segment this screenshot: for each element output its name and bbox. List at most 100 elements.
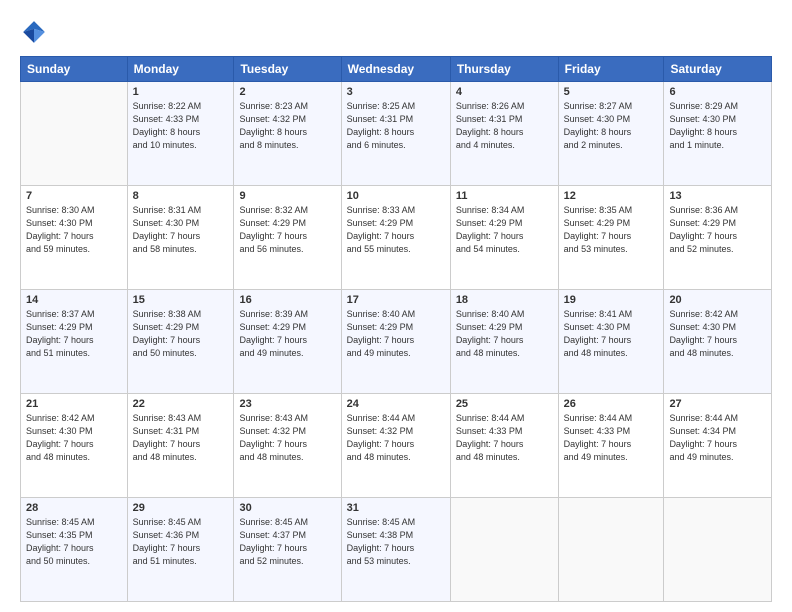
- calendar-cell: 5 Sunrise: 8:27 AM Sunset: 4:30 PM Daylig…: [558, 82, 664, 186]
- weekday-header-tuesday: Tuesday: [234, 57, 341, 82]
- day-info: Sunrise: 8:32 AM Sunset: 4:29 PM Dayligh…: [239, 204, 335, 256]
- calendar-cell: 9 Sunrise: 8:32 AM Sunset: 4:29 PM Daylig…: [234, 186, 341, 290]
- calendar-cell: 29Sunrise: 8:45 AM Sunset: 4:36 PM Dayli…: [127, 498, 234, 602]
- day-number: 12: [564, 190, 659, 202]
- calendar-cell: [664, 498, 772, 602]
- day-number: 6: [669, 86, 766, 98]
- calendar-cell: 16 Sunrise: 8:39 AM Sunset: 4:29 PM Dayli…: [234, 290, 341, 394]
- calendar-cell: 7 Sunrise: 8:30 AM Sunset: 4:30 PM Daylig…: [21, 186, 128, 290]
- calendar-cell: 21 Sunrise: 8:42 AM Sunset: 4:30 PM Dayli…: [21, 394, 128, 498]
- weekday-header-thursday: Thursday: [450, 57, 558, 82]
- day-number: 16: [239, 294, 335, 306]
- day-number: 24: [347, 398, 445, 410]
- day-number: 7: [26, 190, 122, 202]
- day-number: 25: [456, 398, 553, 410]
- day-number: 27: [669, 398, 766, 410]
- calendar-cell: 30 Sunrise: 8:45 AM Sunset: 4:37 PM Dayli…: [234, 498, 341, 602]
- day-number: 18: [456, 294, 553, 306]
- calendar-cell: 1 Sunrise: 8:22 AM Sunset: 4:33 PM Daylig…: [127, 82, 234, 186]
- day-number: 8: [133, 190, 229, 202]
- day-info: Sunrise: 8:39 AM Sunset: 4:29 PM Dayligh…: [239, 308, 335, 360]
- day-info: Sunrise: 8:43 AM Sunset: 4:32 PM Dayligh…: [239, 412, 335, 464]
- day-info: Sunrise: 8:27 AM Sunset: 4:30 PM Dayligh…: [564, 100, 659, 152]
- day-number: 5: [564, 86, 659, 98]
- day-number: 3: [347, 86, 445, 98]
- calendar-cell: 12 Sunrise: 8:35 AM Sunset: 4:29 PM Dayli…: [558, 186, 664, 290]
- calendar-cell: 17 Sunrise: 8:40 AM Sunset: 4:29 PM Dayli…: [341, 290, 450, 394]
- day-info: Sunrise: 8:40 AM Sunset: 4:29 PM Dayligh…: [347, 308, 445, 360]
- page: SundayMondayTuesdayWednesdayThursdayFrid…: [0, 0, 792, 612]
- week-row-5: 28 Sunrise: 8:45 AM Sunset: 4:35 PM Dayli…: [21, 498, 772, 602]
- day-number: 9: [239, 190, 335, 202]
- day-info: Sunrise: 8:45 AM Sunset: 4:35 PM Dayligh…: [26, 516, 122, 568]
- day-number: 4: [456, 86, 553, 98]
- day-info: Sunrise: 8:44 AM Sunset: 4:32 PM Dayligh…: [347, 412, 445, 464]
- day-info: Sunrise: 8:34 AM Sunset: 4:29 PM Dayligh…: [456, 204, 553, 256]
- calendar-cell: 22Sunrise: 8:43 AM Sunset: 4:31 PM Dayli…: [127, 394, 234, 498]
- weekday-header-friday: Friday: [558, 57, 664, 82]
- calendar-cell: 10 Sunrise: 8:33 AM Sunset: 4:29 PM Dayli…: [341, 186, 450, 290]
- day-info: Sunrise: 8:22 AM Sunset: 4:33 PM Dayligh…: [133, 100, 229, 152]
- day-info: Sunrise: 8:30 AM Sunset: 4:30 PM Dayligh…: [26, 204, 122, 256]
- day-number: 23: [239, 398, 335, 410]
- day-info: Sunrise: 8:25 AM Sunset: 4:31 PM Dayligh…: [347, 100, 445, 152]
- day-number: 2: [239, 86, 335, 98]
- weekday-header-saturday: Saturday: [664, 57, 772, 82]
- calendar-cell: 11 Sunrise: 8:34 AM Sunset: 4:29 PM Dayli…: [450, 186, 558, 290]
- calendar-cell: 3 Sunrise: 8:25 AM Sunset: 4:31 PM Daylig…: [341, 82, 450, 186]
- calendar-cell: [450, 498, 558, 602]
- day-number: 17: [347, 294, 445, 306]
- week-row-2: 7 Sunrise: 8:30 AM Sunset: 4:30 PM Daylig…: [21, 186, 772, 290]
- day-info: Sunrise: 8:45 AM Sunset: 4:36 PM Dayligh…: [133, 516, 229, 568]
- calendar-cell: [21, 82, 128, 186]
- day-number: 11: [456, 190, 553, 202]
- day-info: Sunrise: 8:44 AM Sunset: 4:34 PM Dayligh…: [669, 412, 766, 464]
- day-info: Sunrise: 8:26 AM Sunset: 4:31 PM Dayligh…: [456, 100, 553, 152]
- calendar-cell: 25 Sunrise: 8:44 AM Sunset: 4:33 PM Dayli…: [450, 394, 558, 498]
- weekday-header-monday: Monday: [127, 57, 234, 82]
- week-row-4: 21 Sunrise: 8:42 AM Sunset: 4:30 PM Dayli…: [21, 394, 772, 498]
- calendar-cell: 13Sunrise: 8:36 AM Sunset: 4:29 PM Dayli…: [664, 186, 772, 290]
- calendar-cell: 8 Sunrise: 8:31 AM Sunset: 4:30 PM Daylig…: [127, 186, 234, 290]
- header: [20, 18, 772, 46]
- day-info: Sunrise: 8:31 AM Sunset: 4:30 PM Dayligh…: [133, 204, 229, 256]
- day-number: 21: [26, 398, 122, 410]
- calendar-cell: 4 Sunrise: 8:26 AM Sunset: 4:31 PM Daylig…: [450, 82, 558, 186]
- day-info: Sunrise: 8:42 AM Sunset: 4:30 PM Dayligh…: [26, 412, 122, 464]
- week-row-1: 1 Sunrise: 8:22 AM Sunset: 4:33 PM Daylig…: [21, 82, 772, 186]
- day-number: 10: [347, 190, 445, 202]
- day-info: Sunrise: 8:33 AM Sunset: 4:29 PM Dayligh…: [347, 204, 445, 256]
- day-info: Sunrise: 8:44 AM Sunset: 4:33 PM Dayligh…: [456, 412, 553, 464]
- calendar-cell: [558, 498, 664, 602]
- day-info: Sunrise: 8:43 AM Sunset: 4:31 PM Dayligh…: [133, 412, 229, 464]
- day-info: Sunrise: 8:42 AM Sunset: 4:30 PM Dayligh…: [669, 308, 766, 360]
- calendar-table: SundayMondayTuesdayWednesdayThursdayFrid…: [20, 56, 772, 602]
- logo: [20, 18, 52, 46]
- week-row-3: 14Sunrise: 8:37 AM Sunset: 4:29 PM Dayli…: [21, 290, 772, 394]
- calendar-cell: 27 Sunrise: 8:44 AM Sunset: 4:34 PM Dayli…: [664, 394, 772, 498]
- day-number: 31: [347, 502, 445, 514]
- day-number: 13: [669, 190, 766, 202]
- calendar-cell: 2Sunrise: 8:23 AM Sunset: 4:32 PM Daylig…: [234, 82, 341, 186]
- day-info: Sunrise: 8:40 AM Sunset: 4:29 PM Dayligh…: [456, 308, 553, 360]
- day-number: 20: [669, 294, 766, 306]
- logo-icon: [20, 18, 48, 46]
- day-number: 26: [564, 398, 659, 410]
- day-info: Sunrise: 8:45 AM Sunset: 4:37 PM Dayligh…: [239, 516, 335, 568]
- calendar-cell: 19 Sunrise: 8:41 AM Sunset: 4:30 PM Dayli…: [558, 290, 664, 394]
- calendar-cell: 31 Sunrise: 8:45 AM Sunset: 4:38 PM Dayli…: [341, 498, 450, 602]
- weekday-header-wednesday: Wednesday: [341, 57, 450, 82]
- day-number: 15: [133, 294, 229, 306]
- day-number: 28: [26, 502, 122, 514]
- day-info: Sunrise: 8:41 AM Sunset: 4:30 PM Dayligh…: [564, 308, 659, 360]
- day-number: 1: [133, 86, 229, 98]
- day-info: Sunrise: 8:37 AM Sunset: 4:29 PM Dayligh…: [26, 308, 122, 360]
- calendar-cell: 14Sunrise: 8:37 AM Sunset: 4:29 PM Dayli…: [21, 290, 128, 394]
- calendar-cell: 20 Sunrise: 8:42 AM Sunset: 4:30 PM Dayli…: [664, 290, 772, 394]
- day-number: 30: [239, 502, 335, 514]
- day-info: Sunrise: 8:45 AM Sunset: 4:38 PM Dayligh…: [347, 516, 445, 568]
- day-number: 19: [564, 294, 659, 306]
- day-info: Sunrise: 8:35 AM Sunset: 4:29 PM Dayligh…: [564, 204, 659, 256]
- day-info: Sunrise: 8:44 AM Sunset: 4:33 PM Dayligh…: [564, 412, 659, 464]
- calendar-cell: 15Sunrise: 8:38 AM Sunset: 4:29 PM Dayli…: [127, 290, 234, 394]
